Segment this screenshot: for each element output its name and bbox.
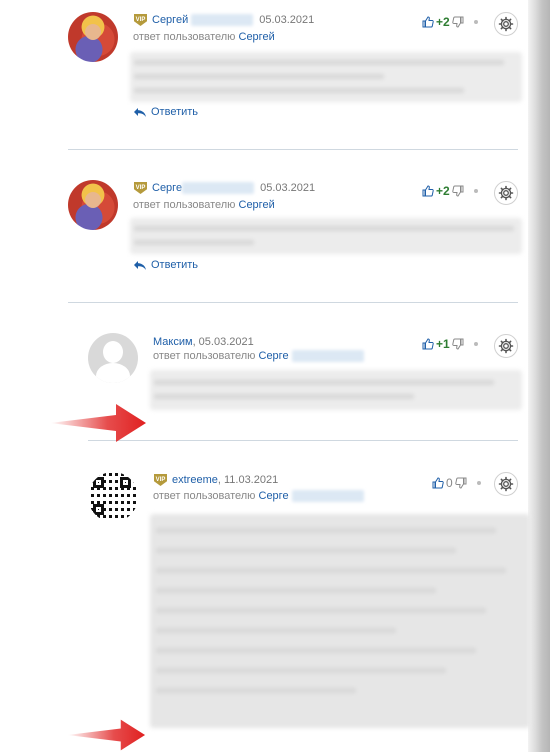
reply-button[interactable]: Ответить [133, 259, 198, 271]
avatar[interactable] [68, 12, 118, 62]
comment-meta: VIP extreeme , 11.03.2021 [154, 474, 278, 486]
reply-to-prefix: ответ пользователю [133, 199, 236, 211]
author-name[interactable]: Сергей [152, 14, 188, 26]
rating-score: +2 [436, 184, 450, 198]
thumbs-up-icon[interactable] [422, 16, 434, 28]
reply-to-line: ответ пользователю Серге [153, 350, 364, 363]
reply-to-user[interactable]: Сергей [239, 199, 275, 211]
reply-label: Ответить [151, 106, 199, 118]
reply-to-line: ответ пользователю Сергей [133, 199, 275, 211]
blurred-surname [291, 490, 364, 503]
red-arrow-icon [50, 404, 146, 442]
blurred-surname [291, 350, 364, 363]
comment-settings-button[interactable] [494, 181, 518, 205]
reply-to-line: ответ пользователю Серге [153, 490, 364, 503]
reply-to-prefix: ответ пользователю [153, 490, 256, 502]
comment-2: VIP Серге 05.03.2021 ответ пользователю … [0, 152, 528, 302]
comment-date: 05.03.2021 [259, 14, 315, 26]
reply-label: Ответить [151, 259, 199, 271]
comment-date: 05.03.2021 [260, 182, 316, 194]
comment-meta: Максим , 05.03.2021 [153, 336, 254, 348]
rating: 0 [432, 476, 481, 490]
comment-settings-button[interactable] [494, 472, 518, 496]
comment-text-blurred [150, 370, 522, 410]
comment-meta: VIP Серге 05.03.2021 [134, 182, 315, 194]
author-name[interactable]: Максим [153, 336, 193, 348]
separator-dot [473, 20, 478, 24]
comment-divider [88, 440, 518, 441]
gear-icon [498, 476, 514, 492]
reply-to-user[interactable]: Серге [259, 350, 289, 362]
rating-score: 0 [446, 476, 453, 490]
avatar[interactable] [68, 180, 118, 230]
reply-to-user[interactable]: Серге [259, 490, 289, 502]
rating: +2 [422, 184, 478, 198]
separator-dot [476, 481, 481, 485]
thumbs-up-icon[interactable] [432, 477, 444, 489]
comment-text-blurred [130, 218, 522, 254]
comment-meta: VIP Сергей 05.03.2021 [134, 14, 314, 26]
reply-arrow-icon [134, 260, 146, 270]
thumbs-down-icon[interactable] [451, 185, 464, 197]
reply-button[interactable]: Ответить [133, 106, 198, 118]
author-name[interactable]: extreeme [172, 474, 218, 486]
gear-icon [498, 338, 514, 354]
rating: +2 [422, 15, 478, 29]
separator-dot [473, 342, 478, 346]
separator-dot [473, 189, 478, 193]
rating-score: +2 [436, 15, 450, 29]
red-arrow-icon [67, 719, 146, 751]
reply-arrow-icon [134, 107, 146, 117]
comment-4: VIP extreeme , 11.03.2021 ответ пользова… [0, 442, 530, 752]
reply-to-user[interactable]: Сергей [239, 31, 275, 43]
vip-badge-icon: VIP [134, 14, 147, 26]
gear-icon [498, 16, 514, 32]
comment-divider [68, 149, 518, 150]
blurred-surname [191, 14, 254, 26]
reply-to-line: ответ пользователю Сергей [133, 31, 275, 43]
comment-text-blurred [130, 52, 522, 102]
comment-text-blurred [150, 514, 530, 728]
scrollbar[interactable] [528, 0, 550, 752]
rating-score: +1 [436, 337, 450, 351]
comment-date: , 05.03.2021 [192, 336, 254, 348]
thumbs-down-icon[interactable] [454, 477, 467, 489]
thumbs-down-icon[interactable] [451, 16, 464, 28]
vip-badge-icon: VIP [134, 182, 147, 194]
gear-icon [498, 185, 514, 201]
comment-1: VIP Сергей 05.03.2021 ответ пользователю… [0, 0, 528, 150]
avatar[interactable] [88, 333, 138, 383]
thumbs-down-icon[interactable] [451, 338, 464, 350]
author-name[interactable]: Серге [152, 182, 182, 194]
rating: +1 [422, 337, 478, 351]
thumbs-up-icon[interactable] [422, 338, 434, 350]
vip-badge-icon: VIP [154, 474, 167, 486]
reply-to-prefix: ответ пользователю [133, 31, 236, 43]
thumbs-up-icon[interactable] [422, 185, 434, 197]
comment-date: , 11.03.2021 [217, 474, 279, 486]
avatar[interactable] [88, 472, 138, 522]
comment-settings-button[interactable] [494, 334, 518, 358]
reply-to-prefix: ответ пользователю [153, 350, 256, 362]
blurred-surname [182, 182, 255, 194]
comment-divider [68, 302, 518, 303]
comment-settings-button[interactable] [494, 12, 518, 36]
